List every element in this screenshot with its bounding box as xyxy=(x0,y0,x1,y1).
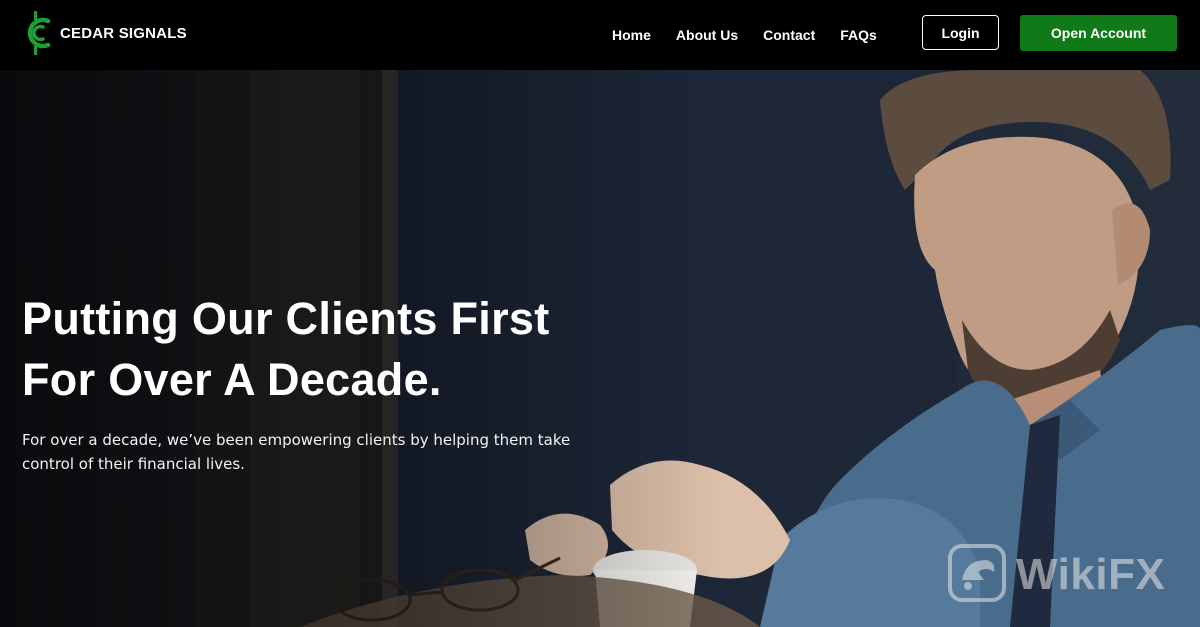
nav-link-home[interactable]: Home xyxy=(612,27,651,43)
hero-subtitle: For over a decade, we’ve been empowering… xyxy=(22,431,571,473)
wikifx-watermark: WikiFX xyxy=(948,543,1166,607)
brand-logo[interactable]: CEDAR SIGNALS xyxy=(22,9,187,57)
brand-name: CEDAR SIGNALS xyxy=(60,24,187,42)
wikifx-watermark-text: WikiFX xyxy=(1016,550,1166,599)
hero-section: Putting Our Clients First For Over A Dec… xyxy=(0,70,1200,627)
hero-title-line-2: For Over A Decade. xyxy=(22,354,442,405)
login-button[interactable]: Login xyxy=(922,15,999,50)
open-account-button[interactable]: Open Account xyxy=(1020,15,1177,51)
top-navbar: CEDAR SIGNALS Home About Us Contact FAQs… xyxy=(0,0,1200,70)
hero-title-line-1: Putting Our Clients First xyxy=(22,293,550,344)
nav-link-contact[interactable]: Contact xyxy=(763,27,815,43)
wikifx-logo-icon xyxy=(948,543,1006,607)
main-nav: Home About Us Contact FAQs xyxy=(612,0,902,70)
nav-link-faqs[interactable]: FAQs xyxy=(840,27,877,43)
nav-link-about-us[interactable]: About Us xyxy=(676,27,738,43)
cedar-dollar-c-icon xyxy=(22,9,56,57)
hero-title: Putting Our Clients First For Over A Dec… xyxy=(22,288,662,410)
